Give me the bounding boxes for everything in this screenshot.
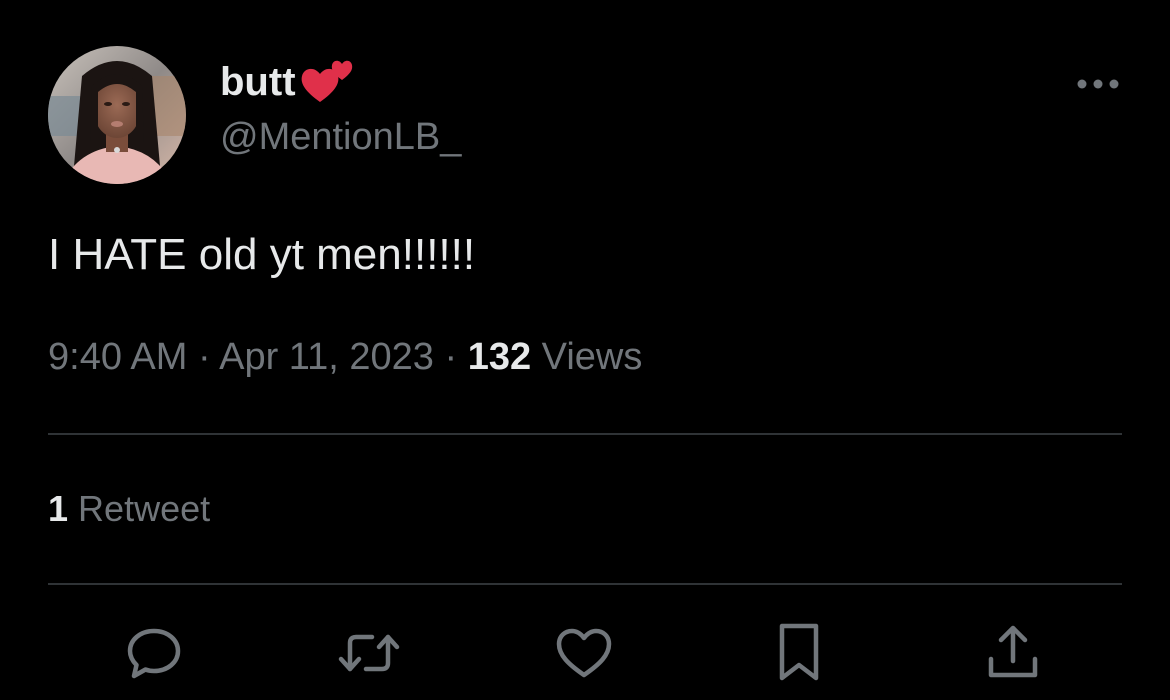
retweet-stats[interactable]: 1 Retweet	[48, 488, 210, 530]
tweet-detail: butt @MentionLB_ I HATE old yt men!!!!!!…	[0, 0, 1170, 700]
bookmark-icon	[774, 622, 824, 684]
more-options-icon[interactable]	[1074, 70, 1122, 98]
tweet-date[interactable]: Apr 11, 2023	[219, 336, 434, 378]
retweet-icon	[336, 623, 402, 683]
meta-separator: ·	[197, 336, 211, 378]
meta-separator: ·	[444, 336, 458, 378]
heart-icon	[554, 625, 614, 681]
tweet-text: I HATE old yt men!!!!!!	[48, 230, 476, 279]
handle[interactable]: @MentionLB_	[220, 116, 461, 159]
retweet-count: 1	[48, 488, 69, 529]
two-hearts-icon	[298, 52, 356, 108]
divider	[48, 433, 1122, 435]
tweet-meta: 9:40 AM · Apr 11, 2023 · 132 Views	[48, 336, 642, 379]
divider	[48, 583, 1122, 585]
display-name[interactable]: butt	[220, 54, 356, 110]
avatar[interactable]	[48, 46, 186, 184]
share-icon	[983, 623, 1043, 683]
reply-icon	[124, 623, 184, 683]
display-name-text: butt	[220, 59, 296, 104]
share-button[interactable]	[980, 620, 1046, 686]
views-count: 132	[467, 336, 532, 378]
reply-button[interactable]	[121, 620, 187, 686]
tweet-time[interactable]: 9:40 AM	[48, 336, 187, 378]
bookmark-button[interactable]	[766, 620, 832, 686]
views-label: Views	[541, 336, 643, 378]
retweet-label: Retweet	[78, 488, 211, 529]
like-button[interactable]	[551, 620, 617, 686]
retweet-button[interactable]	[336, 620, 402, 686]
